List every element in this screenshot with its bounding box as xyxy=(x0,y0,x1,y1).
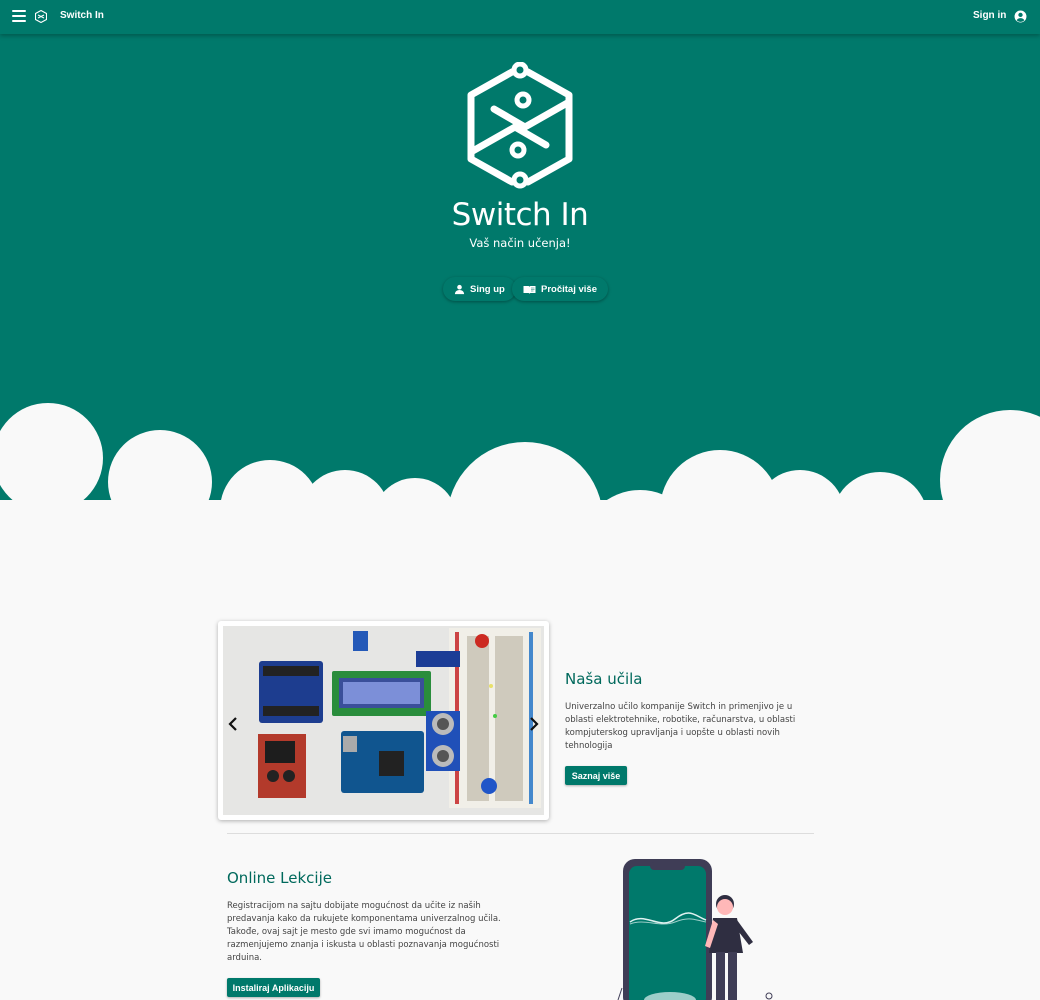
hero-section: Switch In Vaš način učenja! Sing up Proč… xyxy=(0,0,1040,560)
account-circle-icon[interactable] xyxy=(1014,10,1027,23)
book-icon xyxy=(523,285,536,294)
switch-in-logo-icon[interactable] xyxy=(35,10,47,23)
chevron-right-icon[interactable] xyxy=(527,716,541,732)
learn-more-button[interactable]: Saznaj više xyxy=(565,766,627,785)
cloud-divider xyxy=(0,403,1040,560)
install-app-button[interactable]: Instaliraj Aplikaciju xyxy=(227,978,320,997)
person-icon xyxy=(454,284,465,294)
read-more-label: Pročitaj više xyxy=(541,283,597,295)
section-divider xyxy=(227,833,814,834)
lessons-title: Online Lekcije xyxy=(227,869,332,887)
menu-icon[interactable] xyxy=(12,10,26,24)
brand-tagline: Vaš način učenja! xyxy=(469,236,571,250)
tools-title: Naša učila xyxy=(565,670,643,688)
top-app-bar: Switch In Sign in xyxy=(0,0,1040,34)
read-more-button[interactable]: Pročitaj više xyxy=(512,277,608,301)
phone-illustration xyxy=(617,859,773,1000)
tools-carousel[interactable] xyxy=(218,621,549,820)
arduino-kit-image xyxy=(223,626,544,815)
sign-up-label: Sing up xyxy=(470,283,505,295)
app-title[interactable]: Switch In xyxy=(60,10,104,21)
sign-up-button[interactable]: Sing up xyxy=(443,277,516,301)
chevron-left-icon[interactable] xyxy=(226,716,240,732)
sign-in-link[interactable]: Sign in xyxy=(973,10,1006,21)
carousel-photo xyxy=(223,626,544,815)
tools-description: Univerzalno učilo kompanije Switch in pr… xyxy=(565,702,796,751)
switch-in-logo-icon xyxy=(467,62,573,189)
brand-title: Switch In xyxy=(451,197,589,233)
lessons-description: Registracijom na sajtu dobijate mogućnos… xyxy=(227,901,501,963)
